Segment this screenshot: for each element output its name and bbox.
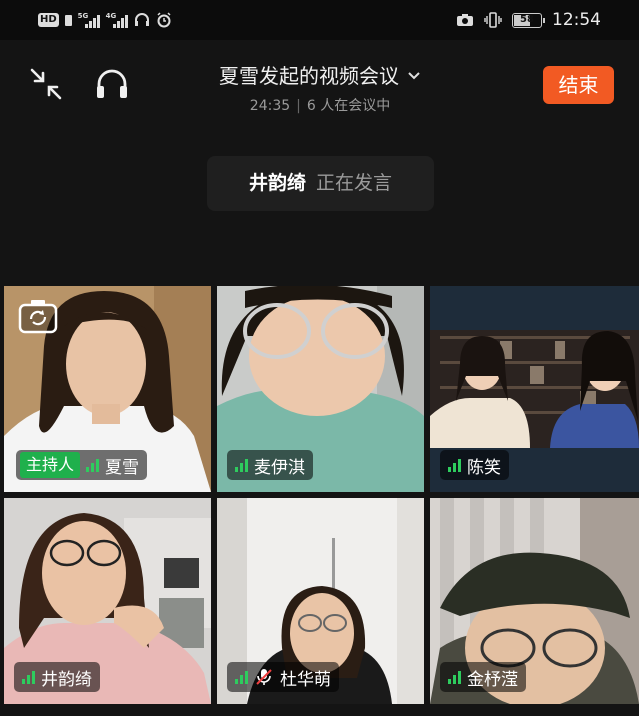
camera-status-icon (457, 14, 473, 26)
signal-icon (86, 458, 100, 472)
participant-label: 井韵绮 (14, 662, 100, 692)
video-tile-5[interactable]: 杜华萌 (217, 498, 424, 704)
participant-count: 6 人在会议中 (306, 98, 391, 114)
participant-name: 夏雪 (105, 457, 140, 478)
signal-icon (235, 458, 248, 472)
video-tile-6[interactable]: 金杼滢 (430, 498, 639, 704)
meeting-info[interactable]: 夏雪发起的视频会议 24:35 | 6 人在会议中 (150, 60, 490, 115)
clock: 12:54 (552, 10, 601, 30)
hd-badge: HD (38, 13, 59, 27)
battery-icon: 58 (512, 12, 545, 28)
camera-switch-icon[interactable] (18, 298, 58, 334)
alarm-icon (157, 12, 171, 28)
cell-signal-icon-2: 4G (106, 12, 128, 28)
signal-icon (448, 458, 461, 472)
signal-icon (448, 670, 461, 684)
participant-label: 金杼滢 (440, 662, 526, 692)
signal-icon (235, 670, 248, 684)
host-badge: 主持人 (20, 452, 81, 478)
meeting-title-text: 夏雪发起的视频会议 (219, 64, 399, 88)
cell-signal-icon: 5G (78, 12, 100, 28)
headphones-icon[interactable] (94, 66, 130, 102)
vibrate-icon (484, 12, 502, 28)
end-meeting-button[interactable]: 结束 (543, 66, 614, 104)
meeting-subtitle: 24:35 | 6 人在会议中 (150, 95, 490, 115)
video-grid: 主持人 夏雪 麦伊淇 陈笑 井韵绮 杜华萌 金杼滢 (0, 282, 639, 716)
chevron-down-icon[interactable] (407, 62, 421, 86)
video-tile-2[interactable]: 麦伊淇 (217, 286, 424, 492)
participant-label: 麦伊淇 (227, 450, 313, 480)
status-bar: HD 5G 4G 58 12:54 (0, 0, 639, 40)
participant-label: 杜华萌 (227, 662, 339, 692)
participant-label: 陈笑 (440, 450, 509, 480)
active-speaker-banner: 井韵绮 正在发言 (207, 156, 434, 211)
video-tile-3[interactable]: 陈笑 (430, 286, 639, 492)
meeting-duration: 24:35 (249, 98, 291, 114)
participant-name: 陈笑 (467, 457, 501, 478)
signal-icon (22, 670, 35, 684)
participant-name: 井韵绮 (41, 669, 92, 690)
participant-label: 主持人 夏雪 (16, 450, 148, 480)
active-speaker-name: 井韵绮 (248, 172, 306, 194)
speaker-status: 正在发言 (316, 172, 393, 194)
battery-level: 58 (520, 13, 534, 25)
video-tile-4[interactable]: 井韵绮 (4, 498, 211, 704)
participant-name: 杜华萌 (280, 669, 331, 690)
headphones-status-icon (134, 13, 149, 26)
participant-name: 麦伊淇 (254, 457, 305, 478)
video-tile-1[interactable]: 主持人 夏雪 (4, 286, 211, 492)
divider: | (296, 98, 301, 114)
meeting-title[interactable]: 夏雪发起的视频会议 (150, 60, 490, 89)
participant-name: 金杼滢 (467, 669, 518, 690)
minimize-icon[interactable] (28, 66, 64, 102)
sim-icon (64, 14, 72, 26)
mic-muted-icon (256, 669, 272, 685)
